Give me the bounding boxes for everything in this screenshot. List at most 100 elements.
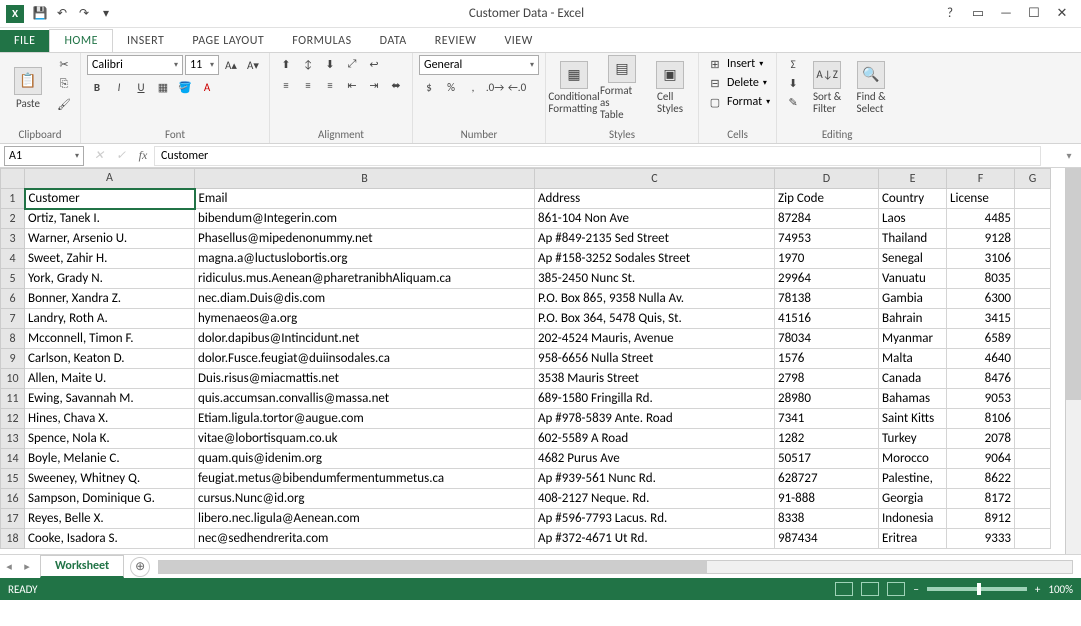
cell[interactable]: 202-4524 Mauris, Avenue xyxy=(535,329,775,349)
clear-button[interactable]: ✎ xyxy=(783,93,803,111)
cell[interactable] xyxy=(1015,189,1051,209)
fill-button[interactable]: ⬇ xyxy=(783,74,803,92)
cell[interactable]: 74953 xyxy=(775,229,879,249)
save-button[interactable]: 💾 xyxy=(30,4,50,24)
cell[interactable]: Ortiz, Tanek I. xyxy=(25,209,195,229)
cell[interactable]: 1970 xyxy=(775,249,879,269)
cell[interactable]: 4682 Purus Ave xyxy=(535,449,775,469)
comma-button[interactable]: , xyxy=(463,78,483,96)
cell[interactable]: 8035 xyxy=(947,269,1015,289)
cell[interactable] xyxy=(1015,529,1051,549)
cell[interactable]: Zip Code xyxy=(775,189,879,209)
cell[interactable]: Customer xyxy=(25,189,195,209)
cell[interactable]: 6589 xyxy=(947,329,1015,349)
select-all-corner[interactable] xyxy=(1,169,25,189)
cell[interactable]: 8912 xyxy=(947,509,1015,529)
row-header[interactable]: 15 xyxy=(1,469,25,489)
cell[interactable]: Ap #939-561 Nunc Rd. xyxy=(535,469,775,489)
bold-button[interactable]: B xyxy=(87,78,107,96)
cell[interactable]: 2798 xyxy=(775,369,879,389)
cell[interactable] xyxy=(1015,269,1051,289)
cancel-formula-button[interactable]: ✕ xyxy=(88,146,110,166)
undo-button[interactable]: ↶ xyxy=(52,4,72,24)
cell[interactable]: License xyxy=(947,189,1015,209)
cell[interactable]: Sampson, Dominique G. xyxy=(25,489,195,509)
column-header[interactable]: E xyxy=(879,169,947,189)
close-button[interactable]: ✕ xyxy=(1049,4,1075,24)
font-name-combo[interactable]: Calibri▾ xyxy=(87,55,183,75)
column-header[interactable]: C xyxy=(535,169,775,189)
row-header[interactable]: 16 xyxy=(1,489,25,509)
tab-file[interactable]: FILE xyxy=(0,30,49,52)
cell[interactable]: bibendum@Integerin.com xyxy=(195,209,535,229)
cell[interactable] xyxy=(1015,389,1051,409)
cell[interactable]: 628727 xyxy=(775,469,879,489)
accounting-button[interactable]: $ xyxy=(419,78,439,96)
fill-color-button[interactable]: 🪣 xyxy=(175,78,195,96)
paste-button[interactable]: 📋 Paste xyxy=(6,55,50,121)
tab-home[interactable]: HOME xyxy=(49,29,113,52)
column-header[interactable]: B xyxy=(195,169,535,189)
tab-nav-first-button[interactable]: ◂ xyxy=(0,560,18,573)
new-sheet-button[interactable]: ⊕ xyxy=(130,557,150,577)
name-box[interactable]: A1▾ xyxy=(4,146,84,166)
cell[interactable]: Laos xyxy=(879,209,947,229)
cell[interactable]: Landry, Roth A. xyxy=(25,309,195,329)
cell[interactable]: 87284 xyxy=(775,209,879,229)
scrollbar-thumb[interactable] xyxy=(1066,168,1081,400)
cell[interactable] xyxy=(1015,369,1051,389)
cell[interactable]: 8476 xyxy=(947,369,1015,389)
row-header[interactable]: 14 xyxy=(1,449,25,469)
cell[interactable]: 8172 xyxy=(947,489,1015,509)
cell[interactable]: Myanmar xyxy=(879,329,947,349)
cell[interactable]: 78138 xyxy=(775,289,879,309)
cell[interactable] xyxy=(1015,429,1051,449)
cell[interactable]: Spence, Nola K. xyxy=(25,429,195,449)
cell[interactable]: 4640 xyxy=(947,349,1015,369)
tab-nav-prev-button[interactable]: ▸ xyxy=(18,560,36,573)
cell[interactable]: 689-1580 Fringilla Rd. xyxy=(535,389,775,409)
ribbon-options-button[interactable]: ▭ xyxy=(965,4,991,24)
align-bottom-button[interactable]: ⬇ xyxy=(320,55,340,73)
row-header[interactable]: 4 xyxy=(1,249,25,269)
orientation-button[interactable]: ⤢ xyxy=(342,55,362,73)
row-header[interactable]: 13 xyxy=(1,429,25,449)
cell[interactable]: 8106 xyxy=(947,409,1015,429)
cell[interactable] xyxy=(1015,469,1051,489)
align-center-button[interactable]: ≡ xyxy=(298,76,318,94)
tab-data[interactable]: DATA xyxy=(366,30,421,52)
page-break-view-button[interactable] xyxy=(887,582,905,596)
align-left-button[interactable]: ≡ xyxy=(276,76,296,94)
cell[interactable]: York, Grady N. xyxy=(25,269,195,289)
cell[interactable] xyxy=(1015,409,1051,429)
column-header[interactable]: D xyxy=(775,169,879,189)
row-header[interactable]: 18 xyxy=(1,529,25,549)
cell[interactable]: 408-2127 Neque. Rd. xyxy=(535,489,775,509)
cell[interactable]: Cooke, Isadora S. xyxy=(25,529,195,549)
normal-view-button[interactable] xyxy=(835,582,853,596)
cell[interactable]: hymenaeos@a.org xyxy=(195,309,535,329)
column-header[interactable]: A xyxy=(25,169,195,189)
cell[interactable]: libero.nec.ligula@Aenean.com xyxy=(195,509,535,529)
cell[interactable]: dolor.Fusce.feugiat@duiinsodales.ca xyxy=(195,349,535,369)
cell[interactable]: Reyes, Belle X. xyxy=(25,509,195,529)
page-layout-view-button[interactable] xyxy=(861,582,879,596)
row-header[interactable]: 9 xyxy=(1,349,25,369)
cell[interactable]: Ap #596-7793 Lacus. Rd. xyxy=(535,509,775,529)
redo-button[interactable]: ↷ xyxy=(74,4,94,24)
cell[interactable] xyxy=(1015,249,1051,269)
cell[interactable]: Vanuatu xyxy=(879,269,947,289)
decrease-decimal-button[interactable]: ←.0 xyxy=(507,78,527,96)
cell[interactable]: Duis.risus@miacmattis.net xyxy=(195,369,535,389)
cell[interactable]: 8622 xyxy=(947,469,1015,489)
align-top-button[interactable]: ⬆ xyxy=(276,55,296,73)
cell[interactable]: Sweeney, Whitney Q. xyxy=(25,469,195,489)
number-format-combo[interactable]: General▾ xyxy=(419,55,539,75)
decrease-font-button[interactable]: A▾ xyxy=(243,56,263,74)
cell[interactable]: Bonner, Xandra Z. xyxy=(25,289,195,309)
cell[interactable]: 2078 xyxy=(947,429,1015,449)
zoom-slider-thumb[interactable] xyxy=(977,583,981,595)
decrease-indent-button[interactable]: ⇤ xyxy=(342,76,362,94)
cell[interactable]: 602-5589 A Road xyxy=(535,429,775,449)
increase-indent-button[interactable]: ⇥ xyxy=(364,76,384,94)
